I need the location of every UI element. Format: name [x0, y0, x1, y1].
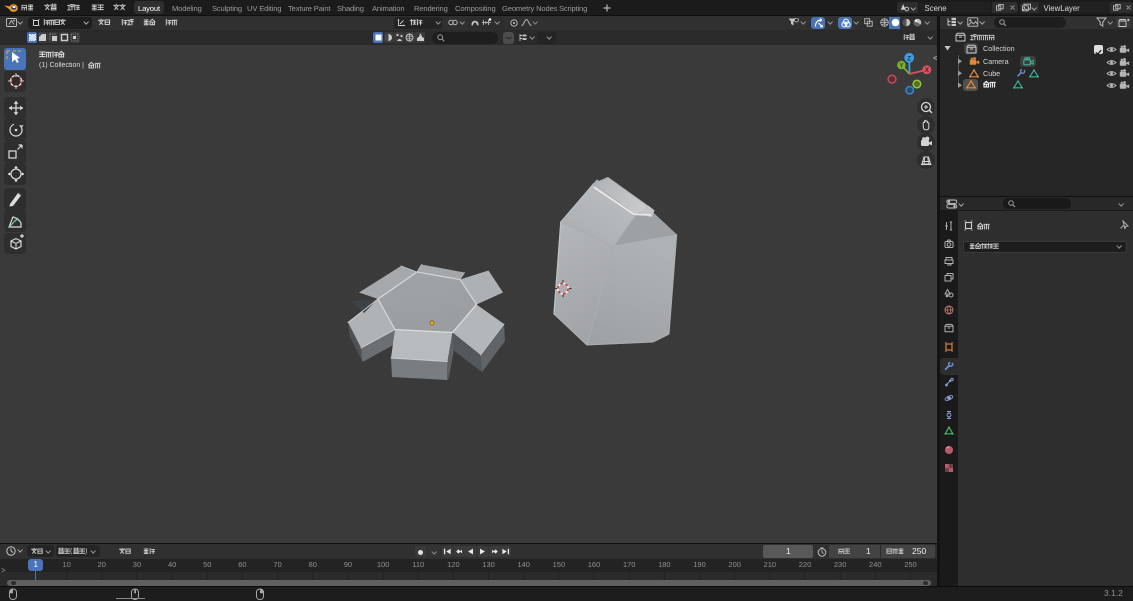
svg-text:Z: Z [907, 55, 911, 62]
